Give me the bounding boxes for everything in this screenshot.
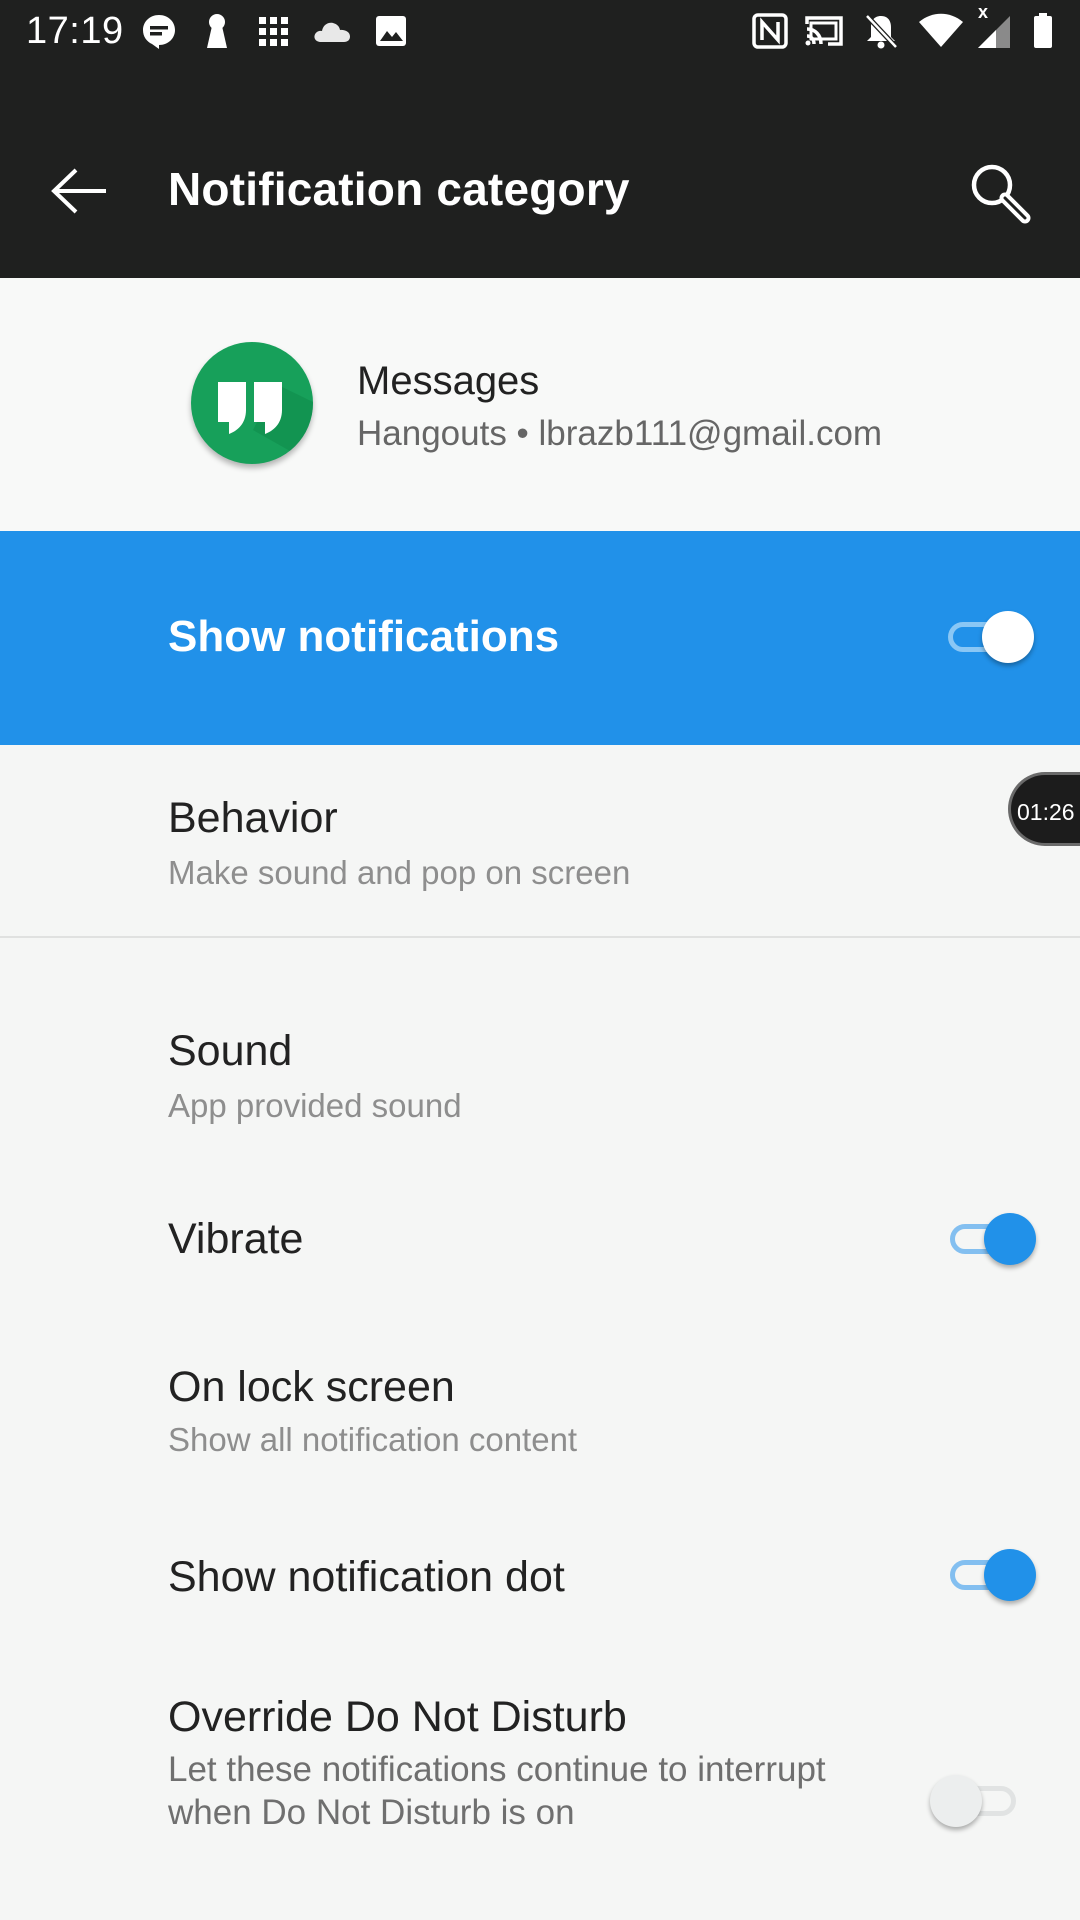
chat-bubble-icon (140, 12, 178, 50)
page-title: Notification category (168, 163, 630, 215)
lock-screen-title: On lock screen (168, 1363, 455, 1411)
vibrate-title: Vibrate (168, 1215, 304, 1263)
override-dnd-title: Override Do Not Disturb (168, 1693, 627, 1741)
keyhole-icon (203, 12, 231, 50)
hangouts-icon (191, 342, 313, 464)
lock-screen-row[interactable]: On lock screen Show all notification con… (0, 1340, 1080, 1490)
sound-row[interactable]: Sound App provided sound (0, 1000, 1080, 1150)
switch-thumb (982, 611, 1034, 663)
show-notifications-label: Show notifications (168, 612, 560, 661)
notification-dot-title: Show notification dot (168, 1553, 565, 1601)
divider (0, 936, 1080, 938)
wifi-icon (918, 12, 964, 50)
notification-dot-switch[interactable] (944, 1540, 1036, 1610)
override-dnd-switch[interactable] (930, 1766, 1022, 1836)
override-dnd-row[interactable]: Override Do Not Disturb Let these notifi… (0, 1672, 1080, 1852)
notifications-off-icon (862, 12, 900, 50)
cloud-icon (312, 12, 352, 50)
status-time: 17:19 (26, 10, 124, 52)
behavior-row[interactable]: Behavior Make sound and pop on screen (0, 745, 1080, 936)
image-icon (374, 12, 408, 50)
vibrate-switch[interactable] (944, 1204, 1036, 1274)
behavior-title: Behavior (168, 794, 338, 842)
grid-icon (258, 12, 290, 50)
behavior-summary: Make sound and pop on screen (168, 854, 631, 891)
override-dnd-summary: Let these notifications continue to inte… (168, 1750, 826, 1832)
lock-screen-summary: Show all notification content (168, 1421, 578, 1458)
switch-thumb (930, 1775, 982, 1827)
sound-summary: App provided sound (168, 1087, 462, 1124)
sound-title: Sound (168, 1027, 293, 1075)
battery-icon (1032, 12, 1054, 50)
channel-title: Messages (357, 359, 540, 403)
notification-dot-row[interactable]: Show notification dot (0, 1516, 1080, 1636)
switch-thumb (984, 1549, 1036, 1601)
arrow-back-icon (51, 168, 106, 214)
vibrate-row[interactable]: Vibrate (0, 1180, 1080, 1300)
show-notifications-row[interactable]: Show notifications (0, 531, 1080, 745)
search-button[interactable] (962, 155, 1038, 231)
cast-icon (804, 12, 844, 50)
app-bar: Notification category (0, 63, 1080, 278)
switch-thumb (984, 1213, 1036, 1265)
search-icon (971, 164, 1031, 224)
show-notifications-switch[interactable] (942, 602, 1034, 672)
back-button[interactable] (40, 153, 116, 229)
status-bar: 17:19 x (0, 0, 1080, 63)
channel-subtitle: Hangouts • lbrazb111@gmail.com (357, 414, 883, 453)
signal-status-text: x (978, 2, 989, 22)
app-header: Messages Hangouts • lbrazb111@gmail.com (0, 278, 1080, 531)
floating-timer-bubble[interactable]: 01:26 (1008, 772, 1080, 846)
nfc-icon (752, 12, 788, 50)
cellular-signal-icon: x (976, 2, 1014, 48)
